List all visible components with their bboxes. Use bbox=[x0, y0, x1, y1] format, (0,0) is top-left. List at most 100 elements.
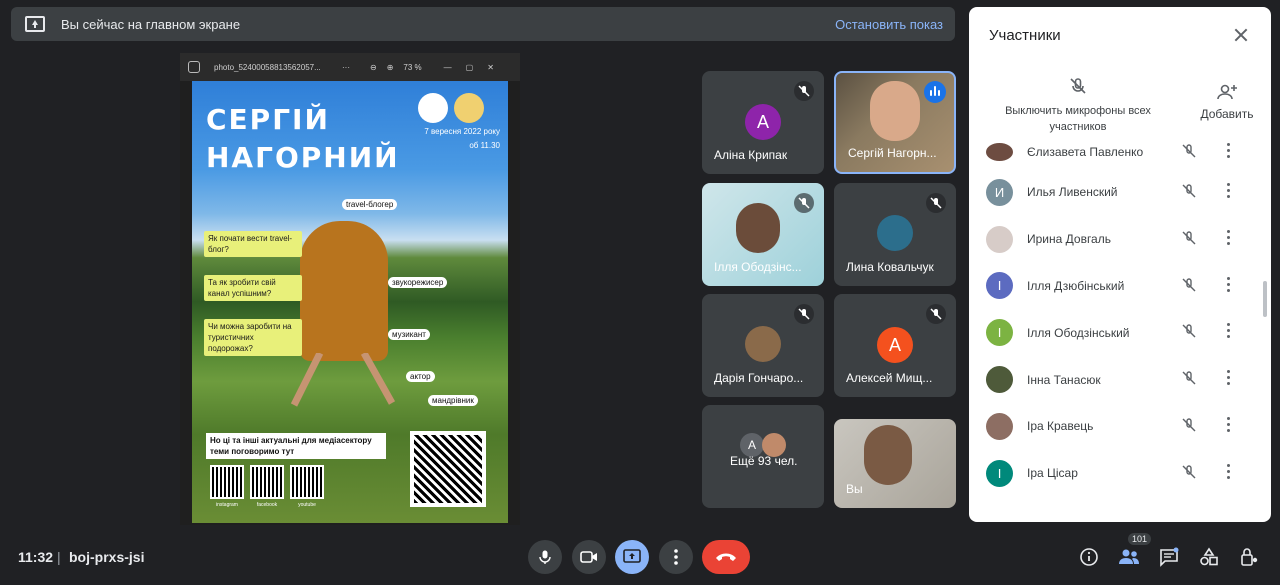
participant-tile-active-speaker[interactable]: Сергій Нагорн... bbox=[834, 71, 956, 174]
viewer-menu-icon[interactable]: ··· bbox=[342, 63, 350, 72]
more-participants-tile[interactable]: А Ещё 93 чел. bbox=[702, 405, 824, 508]
poster-question-2: Та як зробити свій канал успішним? bbox=[204, 275, 302, 301]
participant-name: Ирина Довгаль bbox=[1027, 232, 1111, 247]
shared-screen: photo_52400058813562057... ··· ⊖ ⊕ 73 % … bbox=[180, 53, 520, 525]
stop-presenting-button[interactable]: Остановить показ bbox=[835, 17, 943, 32]
poster-date: 7 вересня 2022 року об 11.30 bbox=[424, 125, 500, 153]
list-item[interactable]: Єлизавета Павленко bbox=[969, 143, 1271, 169]
mute-all-button[interactable]: Выключить микрофоны всех участников bbox=[993, 77, 1163, 135]
poster-bottom-text: Но ці та інші актуальні для медіасектору… bbox=[206, 433, 386, 459]
poster-tag: звукорежисер bbox=[388, 277, 448, 288]
participants-button[interactable] bbox=[1117, 545, 1141, 569]
self-tile[interactable]: Вы bbox=[834, 419, 956, 508]
microphone-button[interactable] bbox=[528, 540, 562, 574]
more-options-button[interactable] bbox=[659, 540, 693, 574]
poster-tag: актор bbox=[406, 371, 435, 382]
chat-button[interactable] bbox=[1157, 545, 1181, 569]
avatar: І bbox=[986, 459, 1013, 487]
participant-name: Алексей Мищ... bbox=[846, 371, 933, 385]
mic-off-icon[interactable] bbox=[1181, 370, 1197, 391]
poster-question-3: Чи можна заробити на туристичних подорож… bbox=[204, 319, 302, 356]
poster-date-line2: об 11.30 bbox=[469, 141, 500, 150]
poster-date-line1: 7 вересня 2022 року bbox=[424, 127, 500, 136]
poster-qr-label: instagram bbox=[216, 502, 238, 508]
viewer-titlebar: photo_52400058813562057... ··· ⊖ ⊕ 73 % … bbox=[180, 53, 520, 81]
mic-off-icon[interactable] bbox=[1181, 464, 1197, 485]
poster-qr-code bbox=[410, 431, 486, 507]
present-screen-icon bbox=[623, 549, 641, 563]
more-options-icon[interactable] bbox=[1227, 143, 1231, 161]
poster-legs bbox=[290, 353, 396, 407]
present-screen-icon bbox=[25, 16, 45, 32]
list-item[interactable]: І Іра Цісар bbox=[969, 450, 1271, 497]
participant-tile[interactable]: Ілля Ободзінс... bbox=[702, 183, 824, 286]
zoom-in-icon[interactable]: ⊕ bbox=[387, 63, 394, 72]
close-icon[interactable] bbox=[1231, 25, 1251, 45]
mic-off-icon[interactable] bbox=[1181, 230, 1197, 251]
more-options-icon[interactable] bbox=[1227, 276, 1231, 295]
avatar bbox=[986, 143, 1013, 161]
poster-tag: мандрівник bbox=[428, 395, 478, 406]
more-options-icon[interactable] bbox=[1227, 463, 1231, 482]
avatar: А bbox=[745, 104, 781, 140]
list-item[interactable]: Іра Кравець bbox=[969, 403, 1271, 450]
mic-off-icon[interactable] bbox=[1181, 323, 1197, 344]
panel-scrollbar[interactable] bbox=[1263, 281, 1267, 317]
mute-all-label: Выключить микрофоны всех участников bbox=[1005, 105, 1151, 133]
add-label: Добавить bbox=[1200, 107, 1254, 121]
activities-button[interactable] bbox=[1197, 545, 1221, 569]
meeting-details-button[interactable] bbox=[1077, 545, 1101, 569]
camera-icon bbox=[580, 551, 597, 563]
avatar: І bbox=[986, 319, 1013, 347]
minimize-icon[interactable]: — bbox=[444, 63, 452, 72]
mic-off-icon[interactable] bbox=[1181, 277, 1197, 298]
camera-button[interactable] bbox=[572, 540, 606, 574]
participant-name: Лина Ковальчук bbox=[846, 260, 934, 274]
more-options-icon[interactable] bbox=[1227, 183, 1231, 201]
poster-logo bbox=[418, 93, 448, 123]
participant-tile[interactable]: А Алексей Мищ... bbox=[834, 294, 956, 397]
participant-name: Єлизавета Павленко bbox=[1027, 145, 1144, 159]
mic-off-icon[interactable] bbox=[1181, 417, 1197, 438]
mic-off-icon bbox=[926, 193, 946, 213]
zoom-out-icon[interactable]: ⊖ bbox=[370, 63, 377, 72]
avatar bbox=[986, 366, 1013, 394]
shapes-icon bbox=[1200, 547, 1218, 566]
leave-call-button[interactable] bbox=[702, 540, 750, 574]
avatar: А bbox=[877, 327, 913, 363]
participant-name: Дарія Гончаро... bbox=[714, 371, 804, 385]
list-item[interactable]: Інна Танасюк bbox=[969, 356, 1271, 403]
more-participants-label: Ещё 93 чел. bbox=[730, 454, 798, 468]
host-controls-button[interactable] bbox=[1237, 545, 1261, 569]
participant-tile[interactable]: Дарія Гончаро... bbox=[702, 294, 824, 397]
window-close-icon[interactable]: ✕ bbox=[487, 63, 494, 72]
more-options-icon[interactable] bbox=[1227, 323, 1231, 341]
photos-app-icon bbox=[188, 61, 200, 73]
poster-title-line1: СЕРГІЙ bbox=[206, 103, 330, 136]
maximize-icon[interactable]: ▢ bbox=[466, 63, 474, 72]
participant-video bbox=[736, 203, 780, 253]
avatar bbox=[745, 326, 781, 362]
list-item[interactable]: І Ілля Ободзінський bbox=[969, 309, 1271, 356]
poster-mascot bbox=[454, 93, 484, 123]
list-item[interactable]: И Илья Ливенский bbox=[969, 169, 1271, 216]
participant-tile[interactable]: А Аліна Крипак bbox=[702, 71, 824, 174]
presenting-text: Вы сейчас на главном экране bbox=[61, 16, 241, 32]
mic-off-icon[interactable] bbox=[1181, 183, 1197, 204]
present-button[interactable] bbox=[615, 540, 649, 574]
more-options-icon[interactable] bbox=[1227, 416, 1231, 435]
add-person-icon bbox=[1217, 84, 1237, 100]
avatar bbox=[986, 412, 1013, 440]
mic-off-icon[interactable] bbox=[1181, 143, 1197, 164]
add-people-button[interactable]: Добавить bbox=[1197, 83, 1257, 121]
participant-video bbox=[870, 81, 920, 141]
more-options-icon[interactable] bbox=[1227, 370, 1231, 388]
poster-qr-youtube bbox=[290, 465, 324, 499]
poster-tag: музикант bbox=[388, 329, 430, 340]
list-item[interactable]: І Ілля Дзюбінський bbox=[969, 263, 1271, 310]
participants-panel: Участники Выключить микрофоны всех участ… bbox=[969, 7, 1271, 522]
viewer-filename: photo_52400058813562057... bbox=[214, 62, 321, 72]
list-item[interactable]: Ирина Довгаль bbox=[969, 216, 1271, 263]
more-options-icon[interactable] bbox=[1227, 229, 1231, 248]
participant-tile[interactable]: Лина Ковальчук bbox=[834, 183, 956, 286]
